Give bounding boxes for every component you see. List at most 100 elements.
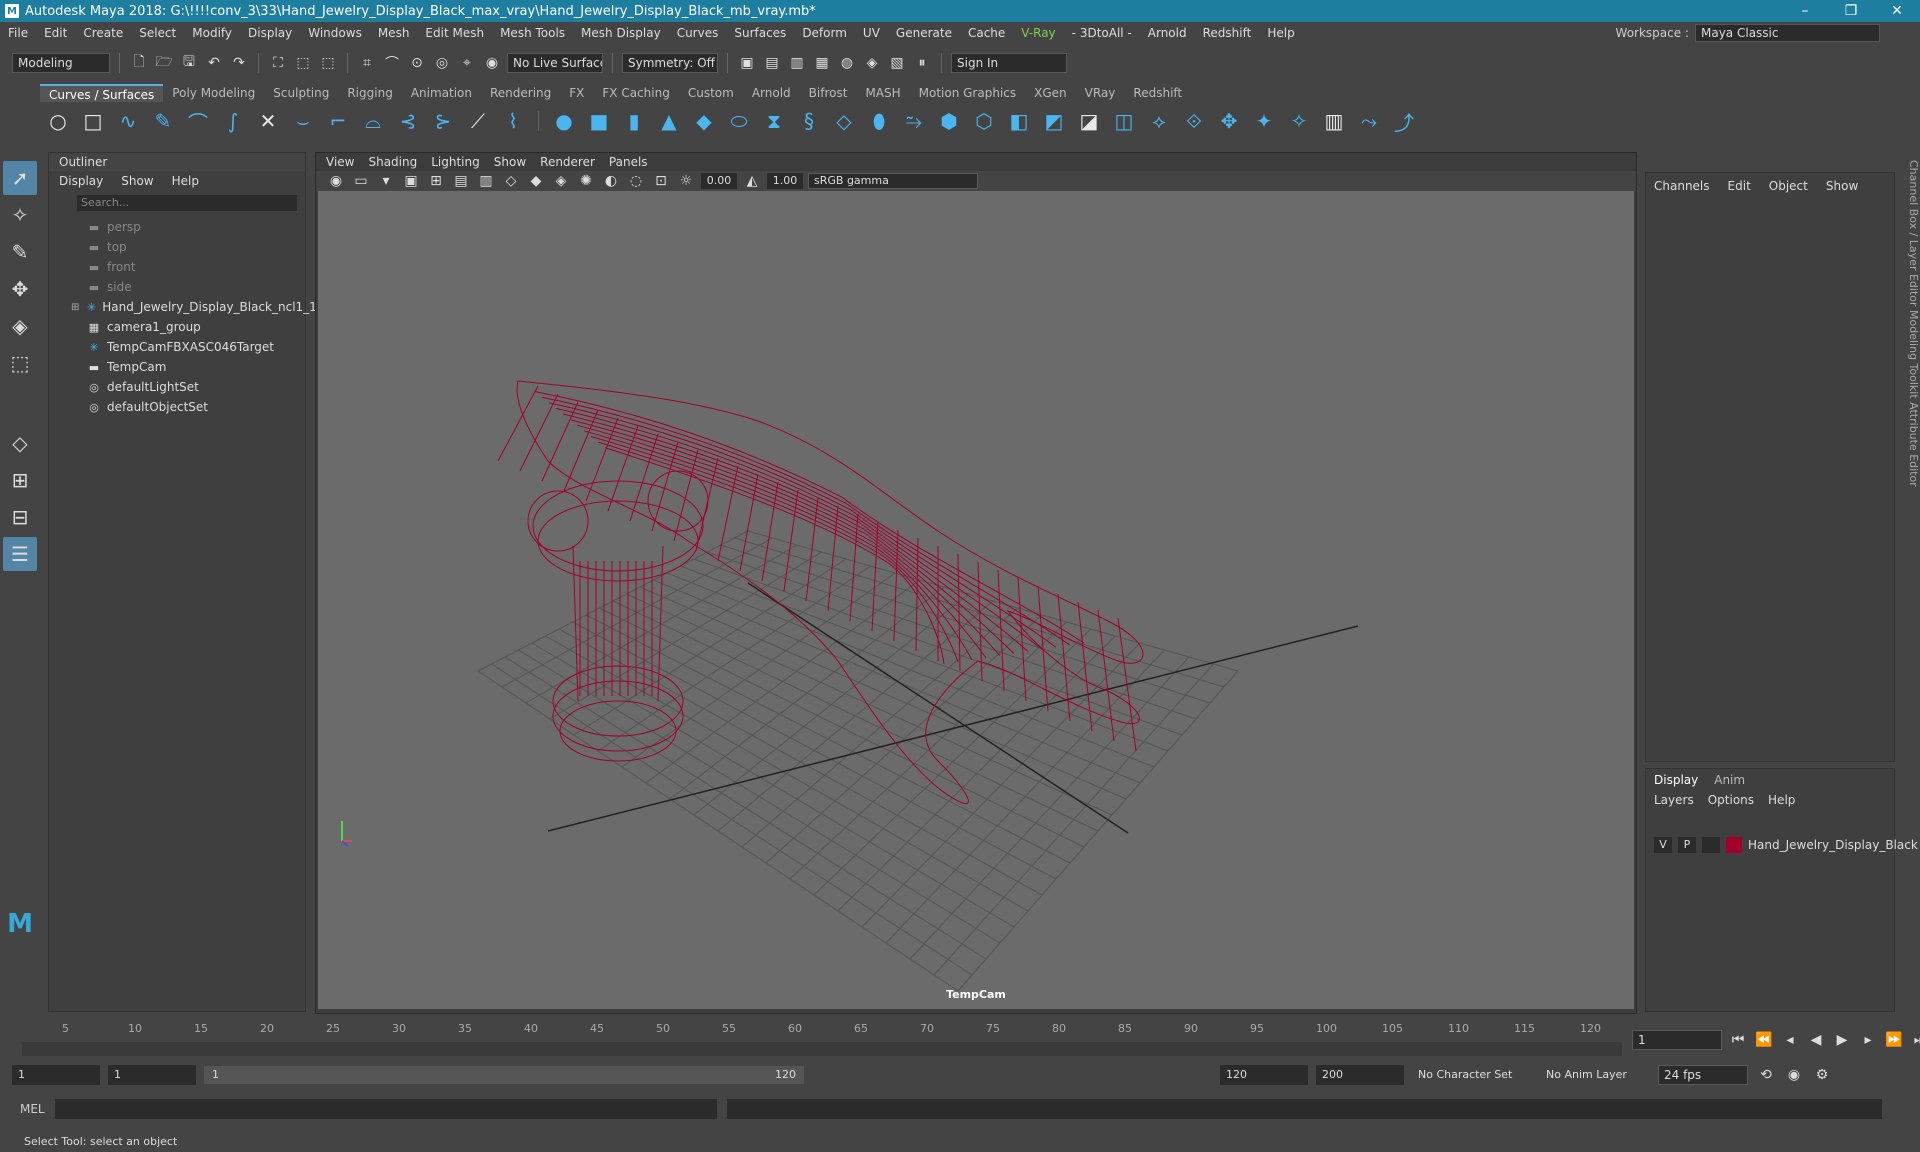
outliner-menu-display[interactable]: Display (59, 174, 103, 188)
snap-live-icon[interactable]: ◉ (482, 53, 502, 73)
outliner-item-side[interactable]: ▬ side (49, 277, 305, 297)
attach-surface-icon[interactable]: ⟐ (1180, 107, 1208, 135)
vp-menu-shading[interactable]: Shading (368, 155, 417, 169)
live-surface-field[interactable]: No Live Surface (507, 53, 603, 73)
four-view-icon[interactable]: ⊞ (3, 463, 37, 497)
outliner-item-top[interactable]: ▬ top (49, 237, 305, 257)
curve-detach-icon[interactable]: ⌐ (324, 107, 352, 135)
textured-icon[interactable]: ◈ (551, 171, 571, 191)
vp-menu-lighting[interactable]: Lighting (431, 155, 480, 169)
bevel-plus-icon[interactable]: ⬢ (935, 107, 963, 135)
render-frame-icon[interactable]: ▤ (762, 53, 782, 73)
menu-mesh-tools[interactable]: Mesh Tools (492, 26, 573, 40)
cv-curve-icon[interactable]: ⌒ (184, 107, 212, 135)
shelf-tab-rendering[interactable]: Rendering (481, 84, 561, 102)
snap-point-icon[interactable]: ⊙ (407, 53, 427, 73)
shadows-icon[interactable]: ◐ (601, 171, 621, 191)
menu-windows[interactable]: Windows (300, 26, 370, 40)
scene-start-field[interactable]: 1 (12, 1065, 100, 1085)
go-to-end-icon[interactable]: ⏭ (1910, 1030, 1920, 1050)
layer-tab-anim[interactable]: Anim (1714, 773, 1745, 787)
cb-menu-show[interactable]: Show (1826, 179, 1858, 193)
pause-icon[interactable]: ⏸ (912, 53, 932, 73)
curve-offset-icon[interactable]: ⊱ (429, 107, 457, 135)
layer-playback-toggle[interactable]: P (1678, 837, 1696, 853)
shelf-tab-fx-caching[interactable]: FX Caching (593, 84, 679, 102)
new-scene-icon[interactable]: 🗋 (129, 53, 149, 73)
shelf-tab-poly-modeling[interactable]: Poly Modeling (163, 84, 265, 102)
nurbs-square-icon[interactable]: □ (79, 107, 107, 135)
layer-visibility-toggle[interactable]: V (1654, 837, 1672, 853)
film-gate-icon[interactable]: ▤ (451, 171, 471, 191)
shelf-tab-motion-graphics[interactable]: Motion Graphics (909, 84, 1026, 102)
outliner-layout-icon[interactable]: ☰ (3, 537, 37, 571)
nurbs-cylinder-icon[interactable]: ▮ (620, 107, 648, 135)
rebuild-surface-icon[interactable]: ✧ (1285, 107, 1313, 135)
command-input[interactable] (54, 1099, 717, 1119)
menu-set-select[interactable]: Modeling (12, 53, 110, 73)
cb-menu-channels[interactable]: Channels (1654, 179, 1710, 193)
select-tool-icon[interactable]: ➚ (3, 161, 37, 195)
menu-redshift[interactable]: Redshift (1195, 26, 1260, 40)
nurbs-circle-icon[interactable]: ○ (44, 107, 72, 135)
shelf-tab-bifrost[interactable]: Bifrost (799, 84, 857, 102)
stitch-icon[interactable]: ▥ (1320, 107, 1348, 135)
vp-menu-panels[interactable]: Panels (609, 155, 648, 169)
workspace-select[interactable]: Maya Classic (1695, 24, 1880, 42)
outliner-item-hand-group[interactable]: ⊞ ✳ Hand_Jewelry_Display_Black_ncl1_1 (49, 297, 317, 317)
pencil-curve-icon[interactable]: ✎ (149, 107, 177, 135)
outliner-search-input[interactable]: Search... (77, 195, 297, 211)
shelf-tab-fx[interactable]: FX (560, 84, 594, 102)
layer-type-toggle[interactable] (1702, 837, 1720, 853)
sign-in-button[interactable]: Sign In (951, 53, 1067, 73)
camera-select-icon[interactable]: ◉ (326, 171, 346, 191)
snap-surface-icon[interactable]: ⌖ (457, 53, 477, 73)
side-tabs[interactable]: Channel Box / Layer Editor Modeling Tool… (1900, 160, 1920, 560)
move-tool-icon[interactable]: ✥ (3, 272, 37, 306)
layer-menu-help[interactable]: Help (1768, 793, 1795, 807)
detach-surface-icon[interactable]: ✥ (1215, 107, 1243, 135)
range-slider[interactable]: 1 120 (204, 1066, 804, 1084)
wireframe-icon[interactable]: ◇ (501, 171, 521, 191)
grid-toggle-icon[interactable]: ⊞ (426, 171, 446, 191)
menu-display[interactable]: Display (240, 26, 300, 40)
shelf-tab-custom[interactable]: Custom (678, 84, 743, 102)
exposure-field[interactable]: 0.00 (701, 173, 737, 189)
vray-render-icon[interactable]: ◈ (862, 53, 882, 73)
boundary-icon[interactable]: ⬡ (970, 107, 998, 135)
snap-view-icon[interactable]: ◎ (432, 53, 452, 73)
rotate-tool-icon[interactable]: ◈ (3, 309, 37, 343)
menu-edit-mesh[interactable]: Edit Mesh (417, 26, 492, 40)
vray-ipr-icon[interactable]: ▧ (887, 53, 907, 73)
nurbs-plane-icon[interactable]: ◆ (690, 107, 718, 135)
isolate-icon[interactable]: ⊡ (651, 171, 671, 191)
character-set-select[interactable]: No Character Set (1412, 1065, 1532, 1085)
layer-tab-display[interactable]: Display (1654, 773, 1698, 787)
fps-select[interactable]: 24 fps (1658, 1065, 1748, 1085)
loft-icon[interactable]: § (795, 107, 823, 135)
menu-curves[interactable]: Curves (669, 26, 727, 40)
shelf-tab-vray[interactable]: VRay (1075, 84, 1125, 102)
menu-vray[interactable]: V-Ray (1013, 26, 1063, 40)
surface-offset-icon[interactable]: ⤴ (1390, 107, 1418, 135)
maximize-button[interactable]: ❐ (1828, 0, 1874, 22)
shelf-tab-animation[interactable]: Animation (401, 84, 481, 102)
undo-icon[interactable]: ↶ (204, 53, 224, 73)
revolve-icon[interactable]: ⧗ (760, 107, 788, 135)
vp-menu-renderer[interactable]: Renderer (540, 155, 595, 169)
loop-icon[interactable]: ⟲ (1756, 1065, 1776, 1085)
cb-menu-object[interactable]: Object (1769, 179, 1808, 193)
menu-modify[interactable]: Modify (184, 26, 240, 40)
go-to-start-icon[interactable]: ⏮ (1728, 1030, 1748, 1050)
paint-select-icon[interactable]: ✎ (3, 235, 37, 269)
scene-end-field[interactable]: 200 (1316, 1065, 1404, 1085)
intersect-surface-icon[interactable]: ⟡ (1145, 107, 1173, 135)
redo-icon[interactable]: ↷ (229, 53, 249, 73)
outliner-item-tempcam-target[interactable]: ✳ TempCamFBXASC046Target (49, 337, 305, 357)
outliner-menu-show[interactable]: Show (121, 174, 153, 188)
close-button[interactable]: ✕ (1874, 0, 1920, 22)
layer-color-swatch[interactable] (1726, 837, 1742, 853)
outliner-item-defaultobjectset[interactable]: ◎ defaultObjectSet (49, 397, 305, 417)
select-component-icon[interactable]: ⬚ (318, 53, 338, 73)
sculpt-geometry-icon[interactable]: ✦ (1250, 107, 1278, 135)
